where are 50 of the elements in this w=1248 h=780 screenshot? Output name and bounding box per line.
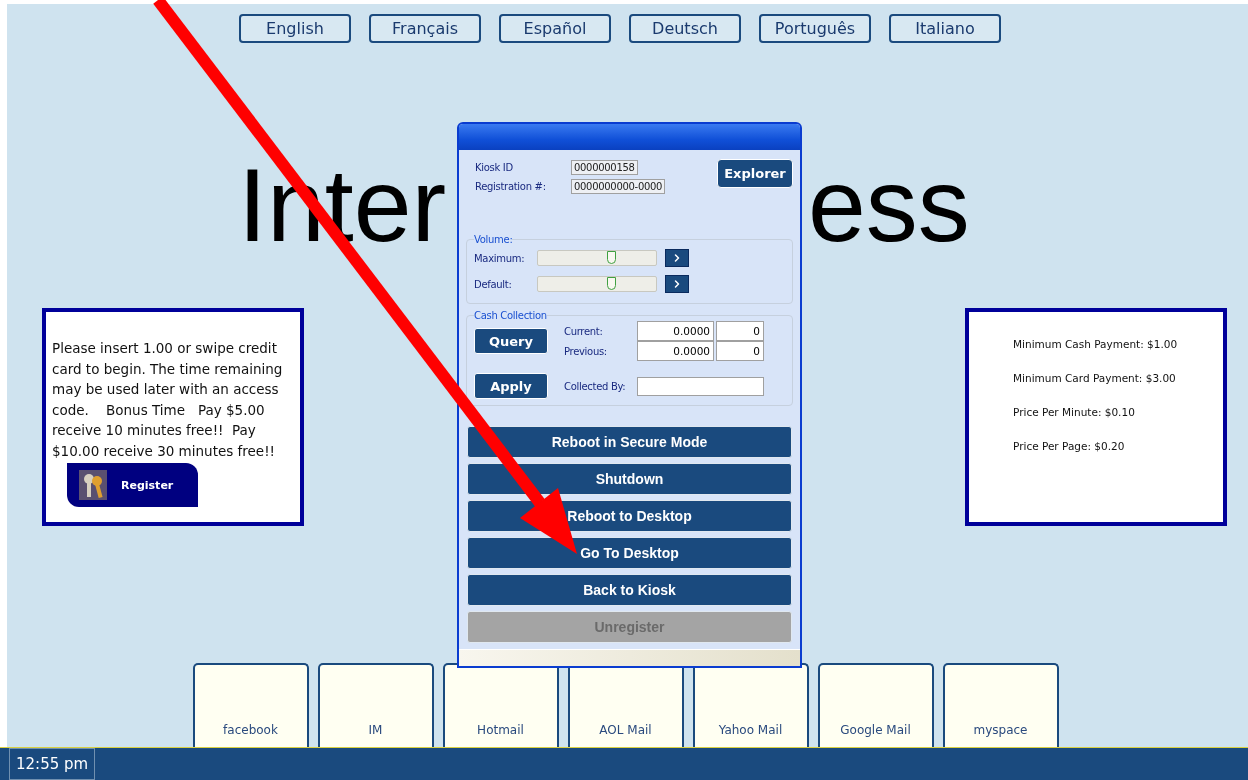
query-button[interactable]: Query: [474, 328, 548, 354]
page-title: ess: [808, 155, 970, 255]
group-legend: Cash Collection: [474, 310, 547, 321]
slider-thumb[interactable]: [607, 277, 617, 290]
clock: 12:55 pm: [9, 748, 96, 780]
price-text: Price Per Page: $0.20: [1013, 440, 1126, 452]
instructions-text: Please insert 1.00 or swipe credit card to begin. The time remaining may be used later with an access code. Bonus Time Pay $5.00 receive 10 minutes free!! Pay $10.00 receive 30 minutes free!!: [52, 339, 284, 461]
count-field[interactable]: 0: [716, 321, 764, 341]
volume-slider[interactable]: [537, 250, 657, 266]
action-button[interactable]: Back to Kiosk: [467, 574, 792, 606]
amount-field[interactable]: 0.0000: [637, 341, 714, 361]
field-label: Collected By:: [564, 380, 627, 392]
field-label: Kiosk ID: [475, 162, 514, 173]
site-tile[interactable]: Hotmail: [442, 663, 559, 747]
keys-icon: [79, 470, 107, 500]
language-button[interactable]: English: [239, 14, 351, 43]
registration-field: 0000000000-0000: [571, 179, 666, 194]
language-button[interactable]: Italiano: [889, 14, 1001, 43]
language-button[interactable]: Español: [499, 14, 611, 43]
volume-slider[interactable]: [537, 276, 657, 292]
site-tile[interactable]: facebook: [192, 663, 309, 747]
slider-thumb[interactable]: [607, 251, 617, 264]
group-legend: Volume:: [474, 234, 513, 245]
slider-label: Maximum:: [474, 252, 526, 264]
site-tile[interactable]: IM: [317, 663, 434, 747]
site-tile[interactable]: Yahoo Mail: [692, 663, 809, 747]
apply-arrow-button[interactable]: [665, 249, 689, 267]
site-tile[interactable]: Google Mail: [817, 663, 934, 747]
site-tile[interactable]: myspace: [942, 663, 1059, 747]
price-text: Price Per Minute: $0.10: [1013, 406, 1136, 418]
field-label: Registration #:: [475, 181, 547, 192]
apply-button[interactable]: Apply: [474, 373, 548, 399]
language-button[interactable]: Português: [759, 14, 871, 43]
explorer-button[interactable]: Explorer: [717, 159, 793, 188]
amount-field[interactable]: 0.0000: [637, 321, 714, 341]
slider-label: Default:: [474, 278, 513, 290]
kiosk-id-field: 0000000158: [571, 160, 638, 175]
action-button[interactable]: Shutdown: [467, 463, 792, 495]
collected-by-field[interactable]: [637, 376, 764, 396]
action-button[interactable]: Reboot in Secure Mode: [467, 426, 792, 458]
count-field[interactable]: 0: [716, 341, 764, 361]
language-button[interactable]: Français: [369, 14, 481, 43]
price-text: Minimum Cash Payment: $1.00: [1013, 338, 1179, 350]
action-button[interactable]: Go To Desktop: [467, 537, 792, 569]
register-button[interactable]: Register: [67, 463, 198, 507]
field-label: Previous:: [564, 345, 608, 357]
price-text: Minimum Card Payment: $3.00: [1013, 372, 1177, 384]
field-label: Current:: [564, 325, 604, 337]
language-button[interactable]: Deutsch: [629, 14, 741, 43]
apply-arrow-button[interactable]: [665, 275, 689, 293]
